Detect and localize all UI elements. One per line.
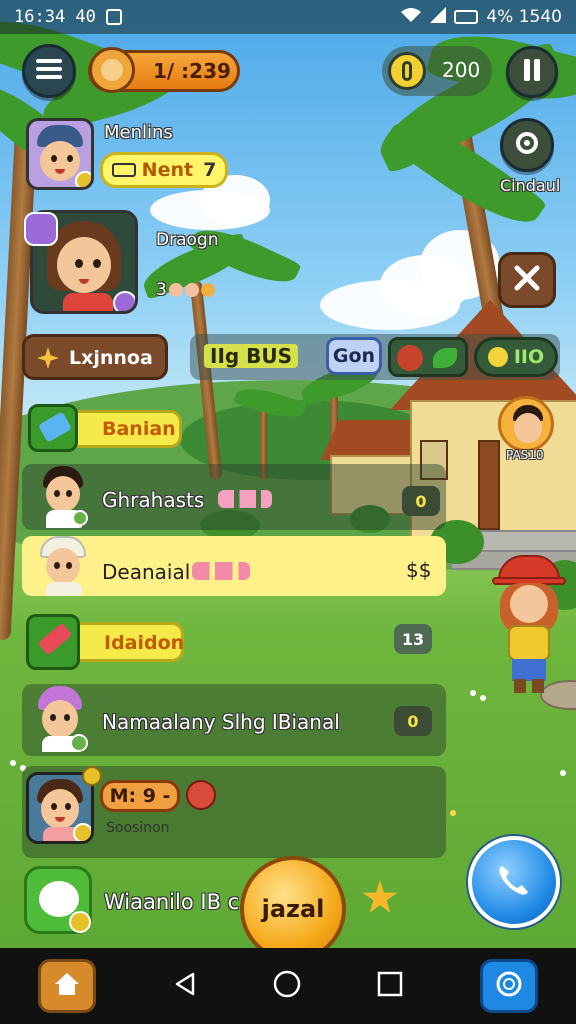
profile-1-tag[interactable]: Nent 7 — [100, 152, 228, 188]
center-action-button[interactable]: jazal — [240, 856, 346, 962]
tab-right-value[interactable]: IIO — [474, 337, 558, 377]
status-right-text: 4% 1540 — [486, 7, 562, 27]
pen-icon — [28, 404, 78, 452]
coin-counter[interactable]: 1/ :239 — [88, 47, 240, 93]
profile-2-name: Draogn — [156, 230, 219, 250]
close-button[interactable] — [498, 252, 556, 308]
list-item-banner-1[interactable]: Banian — [28, 404, 184, 452]
profile-2-badge-icon — [24, 212, 58, 246]
close-icon — [514, 265, 540, 295]
emoji-face-icon — [184, 283, 199, 297]
leaf-icon — [433, 348, 457, 368]
call-icon — [494, 860, 534, 904]
list-item-3-action[interactable]: 13 — [394, 624, 432, 654]
list-item-4-label: Namaalany Slhg IBianal — [102, 710, 340, 734]
list-item-4-action[interactable]: 0 — [394, 706, 432, 736]
cloud-label: Cindaul — [500, 176, 561, 195]
heart-icon — [487, 347, 508, 367]
side-character-avatar[interactable] — [498, 396, 554, 452]
home-icon — [53, 971, 81, 1001]
list-item-5-sublabel: Soosinon — [106, 820, 170, 836]
currency-amount: 200 — [442, 58, 481, 82]
battery-icon — [454, 10, 479, 24]
cloud-gear-icon — [513, 131, 541, 159]
system-nav-bar — [0, 948, 576, 1024]
gold-coin-icon — [388, 52, 426, 90]
tab-left[interactable]: Lxjnnoa — [22, 334, 168, 380]
currency-counter[interactable]: 200 — [382, 46, 492, 96]
list-item-1-action[interactable]: 0 — [402, 486, 440, 516]
lion-avatar-icon — [89, 47, 135, 93]
tab-creature-button[interactable] — [388, 337, 468, 377]
van-icon — [111, 163, 136, 177]
assistant-app-button[interactable] — [479, 959, 538, 1013]
emoji-face-icon — [200, 283, 215, 297]
list-item-5-pill[interactable]: M: 9 - — [100, 780, 180, 812]
recent-icon[interactable] — [377, 971, 403, 1001]
pause-icon — [522, 59, 542, 85]
home-app-button[interactable] — [38, 959, 97, 1013]
emoji-decor-icon — [218, 490, 272, 508]
creature-icon — [186, 780, 216, 810]
list-item-1-label: Ghrahasts — [102, 488, 205, 512]
swirl-icon — [494, 969, 524, 1003]
profile-1-name: Menlins — [104, 122, 173, 143]
call-button[interactable] — [468, 836, 560, 928]
back-icon[interactable] — [173, 971, 197, 1001]
coin-amount: 1/ :239 — [153, 59, 231, 83]
syringe-icon — [26, 614, 80, 670]
circle-home-icon[interactable] — [273, 970, 301, 1002]
chat-icon — [39, 881, 79, 917]
list-avatar-3 — [30, 686, 90, 752]
player-character[interactable] — [490, 555, 570, 695]
emoji-decor-icon — [192, 562, 250, 580]
cloud-button[interactable] — [500, 118, 554, 172]
notification-icon — [105, 9, 122, 25]
status-bar: 16:34 40 4% 1540 — [0, 0, 576, 34]
profile-2-score: 3 — [156, 280, 215, 300]
list-item-6-label: Wiaanilo IB c — [104, 890, 240, 914]
profile-avatar-1[interactable] — [26, 118, 94, 190]
wifi-icon — [400, 7, 422, 28]
menu-icon — [36, 58, 62, 84]
list-item-banner-2[interactable]: Idaidon — [26, 614, 186, 670]
menu-button[interactable] — [22, 44, 76, 98]
list-item-2-label: Deanaial — [102, 560, 191, 584]
pause-button[interactable] — [506, 46, 558, 98]
chat-app-button[interactable] — [24, 866, 92, 934]
status-time: 16:34 40 — [14, 7, 96, 27]
list-avatar-2 — [36, 534, 90, 596]
tab-center[interactable]: IIg BUS — [204, 344, 299, 368]
list-item-2-action[interactable]: $$ — [406, 558, 431, 582]
gear-badge-icon — [82, 766, 102, 786]
tab-go-button[interactable]: Gon — [326, 337, 382, 375]
signal-icon — [430, 6, 447, 28]
creature-icon — [397, 345, 423, 371]
emoji-face-icon — [168, 283, 183, 297]
sparkle-icon — [37, 347, 59, 369]
list-avatar-1 — [36, 466, 90, 528]
side-character-label: PAS10 — [506, 448, 544, 462]
